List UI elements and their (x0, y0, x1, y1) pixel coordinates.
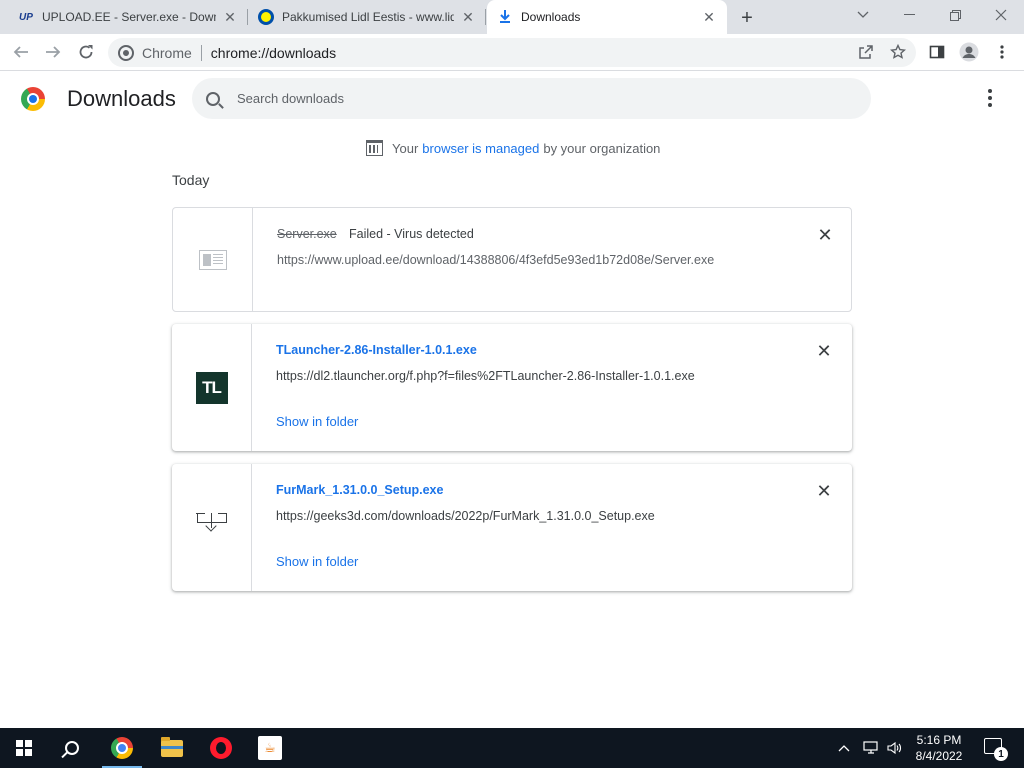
page-title: Downloads (67, 86, 176, 111)
url-text[interactable]: chrome://downloads (211, 45, 336, 61)
address-bar[interactable]: Chrome chrome://downloads (108, 38, 916, 67)
taskbar-file-explorer[interactable] (148, 728, 196, 768)
managed-prefix: Your (392, 140, 419, 156)
back-button[interactable] (8, 39, 34, 65)
close-window-button[interactable] (978, 0, 1024, 30)
download-item-furmark: FurMark_1.31.0.0_Setup.exe https://geeks… (172, 464, 852, 591)
tab-search-chevron-icon[interactable] (840, 0, 886, 30)
chrome-logo-icon (21, 87, 45, 111)
managed-suffix: by your organization (543, 140, 661, 156)
restore-button[interactable] (932, 0, 978, 30)
file-icon-column (173, 208, 253, 311)
tab-lidl[interactable]: Pakkumised Lidl Eestis - www.lidl.ee ✕ (248, 0, 486, 34)
download-favicon-icon (497, 9, 513, 25)
browser-managed-link[interactable]: browser is managed (422, 141, 539, 156)
upload-ee-favicon-icon: UP (19, 11, 33, 23)
taskbar-java[interactable]: ☕ (246, 728, 294, 768)
show-in-folder-link[interactable]: Show in folder (276, 414, 358, 429)
show-hidden-icons-chevron-icon[interactable] (838, 728, 850, 768)
remove-download-button[interactable]: ✕ (814, 481, 834, 501)
windows-logo-icon (16, 740, 32, 756)
chrome-chip-icon (118, 44, 134, 61)
minimize-button[interactable] (886, 0, 932, 30)
taskbar-search-button[interactable] (48, 728, 96, 768)
tab-title: Downloads (521, 10, 581, 24)
windows-taskbar: ☕ 5:16 PM 8/4/2022 1 (0, 728, 1024, 768)
site-info-chip[interactable]: Chrome (118, 44, 192, 61)
file-icon-column: TL (172, 324, 252, 451)
opera-icon (210, 737, 232, 759)
file-icon-column (172, 464, 252, 591)
tlauncher-app-icon: TL (195, 371, 228, 404)
tab-title: Pakkumised Lidl Eestis - www.lidl.ee (282, 10, 454, 24)
browser-toolbar: Chrome chrome://downloads (0, 34, 1024, 71)
managed-notice: Your browser is managed by your organiza… (366, 140, 660, 156)
clock-date: 8/4/2022 (915, 749, 963, 763)
chip-label: Chrome (142, 44, 192, 61)
folder-icon (161, 736, 183, 757)
profile-avatar[interactable] (956, 39, 982, 65)
bookmark-star-icon[interactable] (885, 39, 911, 65)
search-icon (65, 741, 79, 755)
search-downloads-box[interactable] (192, 78, 871, 119)
download-status: Failed - Virus detected (349, 227, 474, 241)
download-file-name[interactable]: FurMark_1.31.0.0_Setup.exe (276, 483, 443, 497)
show-in-folder-link[interactable]: Show in folder (276, 554, 358, 569)
new-tab-button[interactable]: + (736, 7, 758, 29)
search-icon (206, 91, 220, 106)
tab-close-icon[interactable]: ✕ (701, 9, 717, 25)
download-file-name[interactable]: TLauncher-2.86-Installer-1.0.1.exe (276, 343, 477, 357)
remove-download-button[interactable]: ✕ (815, 225, 835, 245)
failed-file-icon (198, 249, 227, 270)
side-panel-icon[interactable] (924, 39, 950, 65)
tab-close-icon[interactable]: ✕ (460, 9, 476, 25)
lidl-favicon-icon (258, 9, 274, 25)
download-item-server: Server.exe Failed - Virus detected https… (172, 207, 852, 312)
system-clock[interactable]: 5:16 PM 8/4/2022 (912, 732, 966, 764)
download-url[interactable]: https://geeks3d.com/downloads/2022p/FurM… (276, 509, 655, 523)
building-icon (366, 140, 383, 156)
download-url[interactable]: https://dl2.tlauncher.org/f.php?f=files%… (276, 369, 695, 383)
downloads-menu-icon[interactable] (980, 88, 1000, 108)
start-button[interactable] (0, 728, 48, 768)
volume-icon[interactable] (886, 728, 904, 768)
network-icon[interactable] (862, 728, 880, 768)
tab-title: UPLOAD.EE - Server.exe - Download (42, 10, 216, 24)
notification-count-badge: 1 (994, 747, 1008, 761)
browser-menu-icon[interactable] (989, 39, 1015, 65)
reload-button[interactable] (73, 39, 99, 65)
taskbar-chrome[interactable] (98, 728, 146, 768)
search-input[interactable] (237, 91, 837, 106)
tab-upload-ee[interactable]: UP UPLOAD.EE - Server.exe - Download ✕ (8, 0, 248, 34)
forward-button[interactable] (40, 39, 66, 65)
date-section-heading: Today (172, 172, 210, 188)
tab-close-icon[interactable]: ✕ (222, 9, 238, 25)
remove-download-button[interactable]: ✕ (814, 341, 834, 361)
share-icon[interactable] (853, 39, 879, 65)
download-item-tlauncher: TL TLauncher-2.86-Installer-1.0.1.exe ht… (172, 324, 852, 451)
clock-time: 5:16 PM (916, 733, 962, 747)
tab-strip: UP UPLOAD.EE - Server.exe - Download ✕ P… (0, 0, 1024, 34)
download-tray-icon (196, 512, 227, 543)
download-url[interactable]: https://www.upload.ee/download/14388806/… (277, 253, 714, 267)
chrome-icon (111, 737, 133, 759)
download-file-name: Server.exe (277, 227, 337, 241)
java-icon: ☕ (258, 736, 282, 760)
omnibox-divider (200, 44, 202, 61)
tab-downloads[interactable]: Downloads ✕ (487, 0, 727, 34)
taskbar-opera[interactable] (197, 728, 245, 768)
